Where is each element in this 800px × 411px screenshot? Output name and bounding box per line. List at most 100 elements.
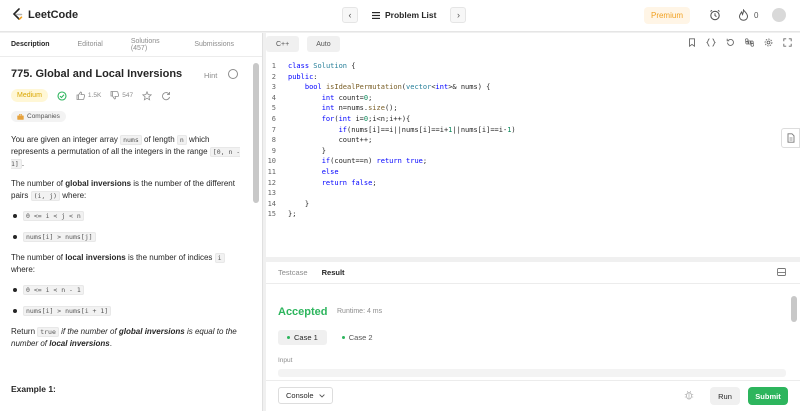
briefcase-icon [17,113,24,120]
case-tabs: Case 1 Case 2 [278,330,382,345]
case-tab-1[interactable]: Case 1 [278,330,327,345]
language-select[interactable]: C++ [266,36,300,52]
inline-code: nums[i] > nums[j] [23,232,96,242]
inline-code: 0 <= i < n - 1 [23,285,84,295]
code-line: 7 if(nums[i]==i||nums[i]==i+1||nums[i]==… [266,125,516,136]
pass-dot-icon [341,336,345,339]
text: The number of [11,253,66,262]
bug-icon[interactable] [684,390,694,400]
inline-code: nums[i] > nums[i + 1] [23,306,112,316]
list-item: 0 <= i < n - 1 [11,284,246,296]
console-button[interactable]: Console [278,387,333,404]
problem-list-button[interactable]: Problem List [364,10,444,20]
tab-submissions[interactable]: Submissions [194,41,234,48]
inline-code: n [176,135,187,145]
bold-term: local inversions [65,253,126,262]
case-tab-2[interactable]: Case 2 [333,330,382,345]
submit-label: Submit [755,391,781,401]
code-line: 5 int n=nums.size(); [266,103,516,114]
fullscreen-icon[interactable] [783,38,792,47]
hint-button[interactable]: Hint [204,71,217,80]
line-number: 11 [267,167,276,176]
text: where: [11,265,36,274]
auto-label: Auto [316,40,331,48]
code-line: 10 if(count==n) return true; [267,157,428,166]
bookmark-icon[interactable] [688,38,696,47]
command-icon[interactable] [745,38,754,47]
auto-format-button[interactable]: Auto [307,36,340,52]
code-line: 14 } [267,199,310,208]
top-right-icons: 0 [708,8,787,22]
case-label: Case 2 [348,333,373,342]
problem-title[interactable]: 775. Global and Local Inversions [11,68,182,80]
text: where: [60,191,87,200]
example-heading: Example 1: [11,384,56,394]
text: You are given an integer array [11,135,121,144]
document-icon [787,133,794,143]
line-number: 3 [271,83,276,92]
result-panel: Testcase Result Accepted Runtime: 4 ms C… [266,262,800,411]
code-line: 6 for(int i=0;i<n;i++){ [266,114,516,125]
star-icon[interactable] [142,90,153,101]
next-problem-button[interactable]: › [450,7,467,23]
chevron-left-icon: ‹ [348,10,352,20]
line-number: 4 [271,93,276,102]
bold-term: global inversions [118,327,185,336]
code-area[interactable]: 1 class Solution { 2 public: 3 bool isIdea… [266,61,516,220]
braces-icon[interactable] [706,38,716,47]
italic-text: if the number of [58,327,119,336]
code-line: 3 bool isIdealPermutation(vector<int>& n… [266,82,516,93]
tab-testcase[interactable]: Testcase [278,268,308,277]
notes-side-button[interactable] [781,128,800,148]
prev-problem-button[interactable]: ‹ [342,7,358,23]
global-conditions-list: 0 <= i < j < n nums[i] > nums[j] [11,210,246,243]
gear-icon[interactable] [764,38,773,47]
tab-editorial[interactable]: Editorial [78,41,103,48]
premium-button[interactable]: Premium [644,7,690,24]
console-label: Console [286,391,314,400]
chevron-down-icon [318,393,325,398]
code-line: 12 return false; [267,178,377,187]
leetcode-logo-icon [12,8,23,20]
list-item: 0 <= i < j < n [11,210,246,222]
companies-tag[interactable]: Companies [11,111,66,122]
description-scrollbar[interactable] [253,63,259,203]
logo[interactable]: LeetCode [12,8,78,21]
list-item: nums[i] > nums[i + 1] [11,305,246,317]
bold-term: local inversions [49,339,110,348]
tab-solutions[interactable]: Solutions (457) [131,38,167,52]
streak-count: 0 [754,10,759,20]
case-label: Case 1 [294,333,318,342]
description-paragraph: You are given an integer array nums of l… [11,134,246,170]
line-number: 7 [271,125,276,134]
return-paragraph: Return true if the number of global inve… [11,326,246,350]
result-tabs: Testcase Result [266,262,800,284]
share-icon[interactable] [161,91,171,101]
run-button[interactable]: Run [710,387,740,405]
runtime-text: Runtime: 4 ms [337,308,383,315]
submit-button[interactable]: Submit [748,387,788,405]
result-scrollbar[interactable] [791,296,797,322]
description-tabs: Description Editorial Solutions (457) Su… [0,33,262,57]
difficulty-badge: Medium [11,89,48,102]
tab-description[interactable]: Description [11,41,50,48]
run-label: Run [718,391,732,401]
collapse-panel-icon[interactable] [777,268,786,276]
code-line: 4 int count=0; [266,93,516,104]
alarm-clock-icon[interactable] [708,8,722,22]
avatar[interactable] [772,8,787,22]
problem-nav: ‹ Problem List › [342,7,467,23]
description-panel: Description Editorial Solutions (457) Su… [0,33,263,411]
text: is the number of indices [125,253,215,262]
like-button[interactable]: 1.5K [76,91,101,100]
problem-description: You are given an integer array nums of l… [11,134,246,358]
dislike-button[interactable]: 547 [110,91,133,100]
likes-count: 1.5K [87,92,102,99]
fire-icon[interactable] [736,8,750,22]
inline-code: true [37,327,59,337]
code-line: 1 class Solution { [266,61,516,72]
hint-circle-icon[interactable] [228,69,238,79]
tab-result[interactable]: Result [322,268,345,277]
text: The number of [11,179,66,188]
reset-icon[interactable] [726,38,735,47]
